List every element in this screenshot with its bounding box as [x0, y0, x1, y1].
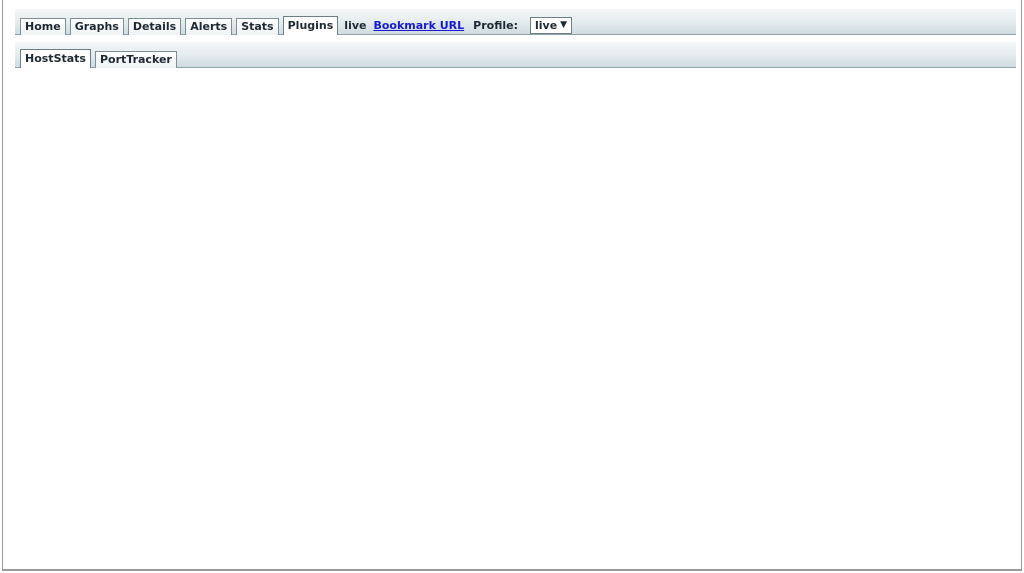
profile-select-value: live	[534, 19, 558, 32]
app-window: Home Graphs Details Alerts Stats Plugins…	[2, 0, 1022, 571]
mode-label: live	[344, 19, 367, 32]
tab-porttracker[interactable]: PortTracker	[94, 51, 177, 68]
plugin-toolbar: HostStats PortTracker	[15, 42, 1016, 68]
tab-home[interactable]: Home	[20, 18, 66, 35]
tab-details[interactable]: Details	[127, 18, 182, 35]
main-toolbar: Home Graphs Details Alerts Stats Plugins…	[15, 9, 1016, 35]
tab-hoststats[interactable]: HostStats	[20, 49, 91, 68]
plugin-tabs: HostStats PortTracker	[20, 49, 177, 68]
profile-select[interactable]: live ▼	[529, 17, 573, 34]
tab-alerts[interactable]: Alerts	[185, 18, 233, 35]
tab-graphs[interactable]: Graphs	[69, 18, 124, 35]
tab-plugins[interactable]: Plugins	[282, 16, 339, 35]
tab-stats[interactable]: Stats	[236, 18, 279, 35]
main-tabs: Home Graphs Details Alerts Stats Plugins…	[20, 16, 573, 35]
profile-label: Profile:	[473, 19, 518, 32]
bookmark-url-link[interactable]: Bookmark URL	[373, 17, 464, 35]
chevron-down-icon: ▼	[560, 20, 568, 30]
